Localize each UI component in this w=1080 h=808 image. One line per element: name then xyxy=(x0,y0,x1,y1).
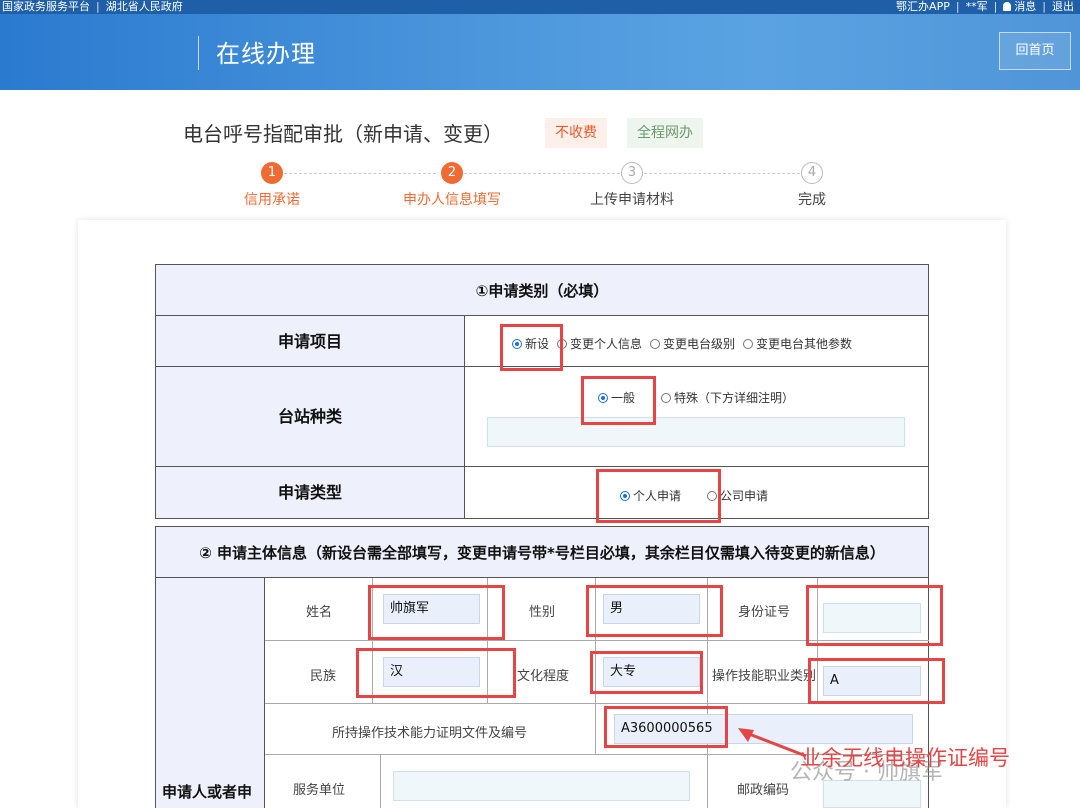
applicant-side-label: 申请人或者申 xyxy=(155,578,265,808)
radio-dot xyxy=(661,392,672,403)
step-number: 2 xyxy=(441,162,463,184)
radio-label: 公司申请 xyxy=(720,489,769,503)
unit-label: 服务单位 xyxy=(293,783,346,798)
highlight-box xyxy=(586,585,723,637)
id-label: 身份证号 xyxy=(738,605,791,620)
province-link[interactable]: 湖北省人民政府 xyxy=(106,0,183,13)
radio-label: 变更电台其他参数 xyxy=(756,337,853,351)
radio-label: 特殊（下方详细注明） xyxy=(674,391,795,405)
highlight-box xyxy=(806,585,943,646)
highlight-box xyxy=(581,376,656,425)
radio-change-level[interactable]: 变更电台级别 xyxy=(650,335,735,352)
site-link[interactable]: 国家政务服务平台 xyxy=(2,0,90,13)
step-label: 信用承诺 xyxy=(244,192,300,208)
unit-input[interactable] xyxy=(393,771,690,801)
radio-label: 变更个人信息 xyxy=(570,337,643,351)
step-upload: 3 上传申请材料 xyxy=(572,162,692,209)
postcode-label: 邮政编码 xyxy=(737,783,790,798)
step-number: 1 xyxy=(261,162,283,184)
step-label: 完成 xyxy=(798,192,826,208)
bell-icon[interactable] xyxy=(1003,2,1012,11)
step-number: 4 xyxy=(801,162,823,184)
radio-special[interactable]: 特殊（下方详细注明） xyxy=(661,389,794,406)
station-type-label: 台站种类 xyxy=(155,367,465,467)
grid-line xyxy=(380,754,381,808)
gender-label: 性别 xyxy=(529,605,556,620)
education-label: 文化程度 xyxy=(517,669,570,684)
banner: 在线办理 回首页 xyxy=(0,14,1080,90)
banner-divider xyxy=(198,36,199,70)
ethnic-label: 民族 xyxy=(310,669,337,684)
highlight-box xyxy=(500,324,563,371)
radio-change-other[interactable]: 变更电台其他参数 xyxy=(743,335,852,352)
step-credit: 1 信用承诺 xyxy=(212,162,332,209)
app-link[interactable]: 鄂汇办APP xyxy=(896,0,950,13)
applicant-side-text: 申请人或者申 xyxy=(162,783,253,801)
radio-label: 变更电台级别 xyxy=(663,337,736,351)
highlight-box xyxy=(808,658,945,704)
apply-item-label: 申请项目 xyxy=(155,316,465,367)
section2-header: ② 申请主体信息（新设台需全部填写，变更申请号带*号栏目必填，其余栏目仅需填入待… xyxy=(155,526,929,578)
online-badge: 全程网办 xyxy=(627,118,703,148)
section1-header: ①申请类别（必填） xyxy=(155,264,929,316)
cert-label: 所持操作技术能力证明文件及编号 xyxy=(332,726,528,741)
highlight-box xyxy=(604,706,728,748)
apply-type-label: 申请类型 xyxy=(155,467,465,519)
name-label: 姓名 xyxy=(306,605,333,620)
step-number: 3 xyxy=(621,162,643,184)
highlight-box xyxy=(368,585,505,640)
radio-change-personal[interactable]: 变更个人信息 xyxy=(557,335,642,352)
page-title: 电台呼号指配审批（新申请、变更） xyxy=(183,122,503,146)
home-button[interactable]: 回首页 xyxy=(999,32,1071,70)
highlight-box xyxy=(356,648,516,698)
radio-dot xyxy=(743,338,754,349)
step-label: 上传申请材料 xyxy=(590,192,674,208)
step-label: 申办人信息填写 xyxy=(403,192,501,208)
highlight-box xyxy=(596,469,721,523)
logout-link[interactable]: 退出 xyxy=(1052,0,1074,13)
step-info: 2 申办人信息填写 xyxy=(392,162,512,209)
banner-title: 在线办理 xyxy=(216,40,316,68)
top-bar: 国家政务服务平台 | 湖北省人民政府 鄂汇办APP | **军 | 消息 | 退出 xyxy=(0,0,1080,14)
skill-label: 操作技能职业类别 xyxy=(712,669,816,684)
radio-dot xyxy=(650,338,661,349)
user-name[interactable]: **军 xyxy=(966,0,988,13)
grid-line xyxy=(595,703,596,754)
special-note-input[interactable] xyxy=(487,417,905,447)
fee-badge: 不收费 xyxy=(545,118,607,148)
step-done: 4 完成 xyxy=(752,162,872,209)
messages-link[interactable]: 消息 xyxy=(1014,0,1036,13)
highlight-box xyxy=(590,651,703,694)
annotation-text: 业余无线电操作证编号 xyxy=(800,746,1010,770)
